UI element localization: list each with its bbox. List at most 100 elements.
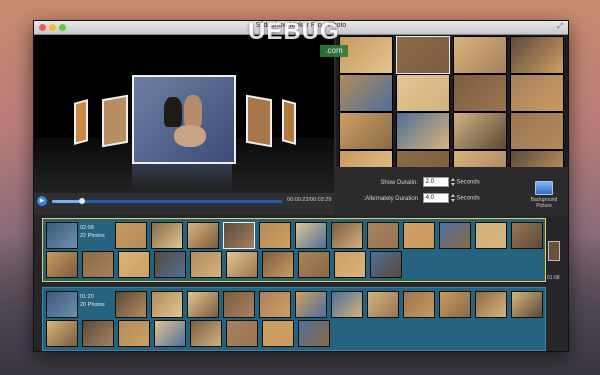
library-thumbnail[interactable]: [510, 150, 564, 167]
show-duration-label: Show Duratin:: [380, 179, 418, 186]
timeline-photo[interactable]: [46, 320, 78, 347]
library-thumbnail[interactable]: [339, 74, 393, 112]
timeline-photo[interactable]: [223, 291, 255, 318]
side-duration: 01:08: [547, 275, 560, 281]
slideshow-duration: 02:08: [80, 225, 94, 231]
timeline-photo[interactable]: [295, 291, 327, 318]
alt-duration-unit: Seconds: [456, 195, 480, 202]
timeline-photo[interactable]: [46, 251, 78, 278]
preview-card-main: [132, 75, 236, 164]
timeline-photo[interactable]: [154, 320, 186, 347]
timeline-photo[interactable]: [118, 320, 150, 347]
timeline-photo[interactable]: [259, 222, 291, 249]
background-picture-button[interactable]: Background Picture: [524, 181, 564, 209]
timeline-photo[interactable]: [439, 222, 471, 249]
timeline-photo[interactable]: [115, 222, 147, 249]
timeline-photo[interactable]: [511, 222, 543, 249]
next-slideshow-thumbnail[interactable]: [548, 241, 560, 261]
library-thumbnail[interactable]: [453, 112, 507, 150]
library-thumbnail[interactable]: [453, 150, 507, 167]
timeline-photo[interactable]: [187, 291, 219, 318]
show-duration-unit: Seconds: [456, 179, 480, 186]
alt-duration-stepper-icon[interactable]: [450, 194, 455, 202]
timeline-photo[interactable]: [118, 251, 150, 278]
library-thumbnail[interactable]: [396, 150, 450, 167]
timeline-photo[interactable]: [226, 251, 258, 278]
timeline-photo[interactable]: [82, 320, 114, 347]
alt-duration-label: Alternately Duration:: [363, 195, 418, 202]
preview-card-left: [102, 94, 128, 148]
show-duration-stepper-icon[interactable]: [450, 178, 455, 186]
timeline-photo[interactable]: [223, 222, 255, 249]
seek-handle[interactable]: [78, 198, 85, 204]
timeline-photo[interactable]: [439, 291, 471, 318]
app-window: Slideshow Maker Pro - Photo ⤢ ▶ 00:00:23…: [33, 20, 569, 352]
timeline-photo[interactable]: [367, 291, 399, 318]
slideshow-block[interactable]: 02:08 22 Photos: [42, 218, 546, 282]
alt-duration-row: Alternately Duration: 4.0 Seconds: [363, 193, 480, 203]
timeline-photo[interactable]: [331, 222, 363, 249]
slideshow-timeline: 02:08 22 Photos 01:20 20 Photos 01:08: [34, 215, 568, 351]
timeline-photo[interactable]: [262, 251, 294, 278]
background-picture-label: Background Picture: [530, 197, 558, 209]
timeline-photo[interactable]: [298, 320, 330, 347]
library-thumbnail[interactable]: [339, 150, 393, 167]
photo-subject: [164, 97, 182, 127]
alt-duration-field[interactable]: 4.0: [422, 193, 449, 203]
timeline-photo[interactable]: [331, 291, 363, 318]
timeline-photo[interactable]: [82, 251, 114, 278]
timeline-photo[interactable]: [475, 291, 507, 318]
library-thumbnail[interactable]: [510, 36, 564, 74]
library-thumbnail[interactable]: [396, 36, 450, 74]
watermark-domain: .com: [320, 45, 348, 57]
timeline-photo[interactable]: [403, 222, 435, 249]
library-thumbnail[interactable]: [396, 74, 450, 112]
timeline-photo[interactable]: [259, 291, 291, 318]
time-readout: 00:00:23/00:03:29: [287, 197, 332, 203]
preview-card-far-left: [74, 99, 88, 145]
fullscreen-icon[interactable]: ⤢: [557, 23, 563, 31]
timeline-photo[interactable]: [115, 291, 147, 318]
timeline-photo[interactable]: [511, 291, 543, 318]
timeline-photo[interactable]: [151, 222, 183, 249]
timeline-photo[interactable]: [367, 222, 399, 249]
timeline-photo[interactable]: [334, 251, 366, 278]
slideshow-duration: 01:20: [80, 294, 94, 300]
timeline-photo[interactable]: [226, 320, 258, 347]
photo-subject: [174, 125, 206, 147]
preview-reflection: [132, 164, 232, 192]
timeline-photo[interactable]: [151, 291, 183, 318]
library-thumbnail[interactable]: [453, 36, 507, 74]
seek-progress: [52, 200, 82, 203]
timeline-photo[interactable]: [190, 251, 222, 278]
library-thumbnail[interactable]: [510, 112, 564, 150]
timeline-photo[interactable]: [187, 222, 219, 249]
play-button[interactable]: ▶: [37, 196, 47, 206]
timeline-photo[interactable]: [262, 320, 294, 347]
slideshow-preview[interactable]: [34, 35, 334, 193]
timeline-photo[interactable]: [475, 222, 507, 249]
library-thumbnail[interactable]: [339, 112, 393, 150]
photo-library-grid: [336, 35, 568, 167]
slideshow-photo-count: 20 Photos: [80, 302, 105, 308]
timeline-photo[interactable]: [295, 222, 327, 249]
timeline-photo[interactable]: [190, 320, 222, 347]
picture-icon: [535, 181, 553, 195]
photo-subject: [184, 95, 202, 127]
duration-settings: Show Duratin: 2.0 Seconds Alternately Du…: [336, 168, 568, 215]
show-duration-field[interactable]: 2.0: [422, 177, 449, 187]
timeline-photo[interactable]: [370, 251, 402, 278]
library-thumbnail[interactable]: [396, 112, 450, 150]
timeline-photo[interactable]: [298, 251, 330, 278]
seek-bar[interactable]: [52, 198, 282, 204]
library-thumbnail[interactable]: [453, 74, 507, 112]
slideshow-block[interactable]: 01:20 20 Photos: [42, 287, 546, 351]
slideshow-cover-thumbnail[interactable]: [46, 222, 78, 249]
timeline-photo[interactable]: [403, 291, 435, 318]
timeline-photo[interactable]: [154, 251, 186, 278]
library-thumbnail[interactable]: [510, 74, 564, 112]
preview-card-far-right: [282, 99, 296, 145]
slideshow-info: 01:20 20 Photos: [80, 293, 105, 309]
show-duration-row: Show Duratin: 2.0 Seconds: [366, 177, 480, 187]
slideshow-cover-thumbnail[interactable]: [46, 291, 78, 318]
